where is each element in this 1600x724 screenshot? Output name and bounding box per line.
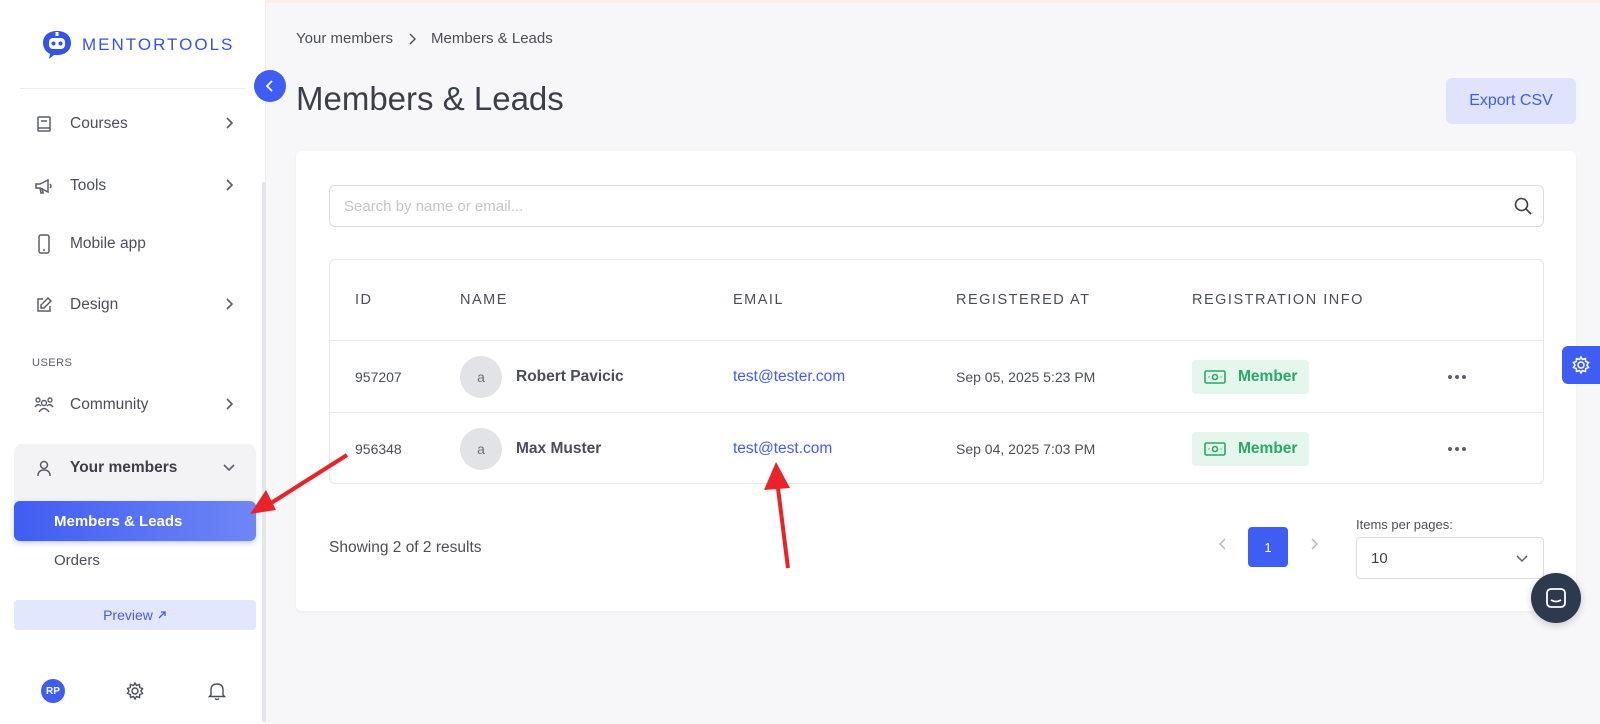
column-header-email[interactable]: EMAIL bbox=[733, 292, 784, 308]
sidebar-item-tools[interactable]: Tools bbox=[14, 162, 256, 210]
settings-tab-button[interactable] bbox=[1562, 346, 1600, 384]
avatar: a bbox=[460, 428, 502, 470]
section-label-users: USERS bbox=[32, 357, 73, 369]
member-email-cell: test@tester.com bbox=[733, 341, 845, 413]
registration-info-cell: Member bbox=[1192, 413, 1310, 483]
sidebar-item-label: Mobile app bbox=[70, 235, 146, 252]
member-name[interactable]: Robert Pavicic bbox=[516, 368, 624, 386]
preview-label: Preview bbox=[103, 607, 153, 623]
search-input[interactable] bbox=[330, 186, 1503, 226]
member-id: 957207 bbox=[355, 369, 402, 385]
sidebar-item-label: Tools bbox=[70, 177, 107, 194]
external-link-icon bbox=[158, 611, 166, 619]
chevron-down-icon bbox=[223, 464, 235, 472]
column-header-registration-info[interactable]: REGISTRATION INFO bbox=[1192, 292, 1364, 308]
robot-logo-icon bbox=[43, 31, 71, 59]
preview-button[interactable]: Preview bbox=[14, 600, 256, 630]
avatar: a bbox=[460, 356, 502, 398]
sidebar-item-label: Community bbox=[70, 396, 149, 413]
sidebar-scrollbar[interactable] bbox=[262, 182, 266, 722]
row-actions-cell bbox=[1445, 341, 1469, 413]
search-icon[interactable] bbox=[1503, 196, 1543, 216]
member-email-link[interactable]: test@tester.com bbox=[733, 368, 845, 386]
sidebar-item-mobile-app[interactable]: Mobile app bbox=[14, 220, 256, 268]
breadcrumb: Your members Members & Leads bbox=[296, 30, 553, 47]
sidebar-item-your-members[interactable]: Your members bbox=[14, 444, 256, 492]
member-name-cell: a Robert Pavicic bbox=[460, 341, 624, 413]
chevron-right-icon bbox=[226, 298, 234, 310]
items-per-page-select[interactable]: 10 bbox=[1356, 537, 1544, 579]
table-row[interactable]: 957207 a Robert Pavicic test@tester.com … bbox=[330, 340, 1543, 413]
page-title: Members & Leads bbox=[296, 80, 564, 117]
more-options-icon[interactable] bbox=[1445, 437, 1469, 461]
chevron-right-icon bbox=[1311, 538, 1319, 550]
badge-label: Member bbox=[1238, 440, 1298, 457]
registration-info-cell: Member bbox=[1192, 341, 1310, 413]
sidebar-item-courses[interactable]: Courses bbox=[14, 100, 256, 148]
gear-icon[interactable] bbox=[123, 679, 147, 703]
member-id: 956348 bbox=[355, 441, 402, 457]
megaphone-icon bbox=[34, 176, 54, 196]
table-row[interactable]: 956348 a Max Muster test@test.com Sep 04… bbox=[330, 412, 1543, 483]
chevron-right-icon bbox=[226, 117, 234, 129]
chat-launcher-button[interactable] bbox=[1531, 573, 1581, 623]
members-card: ID NAME EMAIL REGISTERED AT REGISTRATION… bbox=[296, 151, 1576, 611]
user-icon bbox=[34, 458, 54, 478]
edit-icon bbox=[34, 295, 54, 315]
column-header-id[interactable]: ID bbox=[355, 292, 373, 308]
chevron-down-icon bbox=[1516, 555, 1528, 563]
page-number-button[interactable]: 1 bbox=[1248, 527, 1288, 567]
status-badge: Member bbox=[1192, 432, 1310, 466]
member-email-cell: test@test.com bbox=[733, 413, 832, 483]
sidebar-item-label: Courses bbox=[70, 115, 128, 132]
badge-label: Member bbox=[1238, 368, 1298, 385]
results-count: Showing 2 of 2 results bbox=[329, 539, 482, 556]
items-per-page-value: 10 bbox=[1371, 549, 1388, 567]
breadcrumb-current: Members & Leads bbox=[431, 30, 553, 47]
chevron-left-icon bbox=[1218, 538, 1226, 550]
chevron-right-icon bbox=[226, 179, 234, 191]
chevron-right-icon bbox=[226, 398, 234, 410]
members-table: ID NAME EMAIL REGISTERED AT REGISTRATION… bbox=[329, 259, 1544, 484]
sidebar-item-label: Design bbox=[70, 296, 119, 313]
money-icon bbox=[1204, 442, 1226, 456]
sidebar-item-label: Your members bbox=[70, 459, 178, 476]
chevron-left-icon bbox=[265, 80, 273, 92]
registered-at: Sep 04, 2025 7:03 PM bbox=[956, 441, 1096, 457]
sidebar-subitem-members-leads[interactable]: Members & Leads bbox=[14, 501, 256, 541]
brand-name: MENTORTOOLS bbox=[82, 35, 235, 54]
phone-icon bbox=[34, 234, 54, 254]
next-page-button[interactable] bbox=[1302, 529, 1326, 559]
member-email-link[interactable]: test@test.com bbox=[733, 440, 832, 458]
avatar[interactable]: RP bbox=[41, 679, 65, 703]
divider bbox=[20, 88, 246, 89]
search-box bbox=[329, 185, 1544, 227]
gear-icon bbox=[1572, 355, 1590, 375]
chat-icon bbox=[1546, 588, 1566, 608]
prev-page-button[interactable] bbox=[1211, 529, 1235, 559]
brand-logo[interactable]: MENTORTOOLS bbox=[40, 28, 234, 62]
collapse-sidebar-button[interactable] bbox=[254, 70, 286, 102]
people-icon bbox=[34, 395, 54, 415]
money-icon bbox=[1204, 370, 1226, 384]
row-actions-cell bbox=[1445, 413, 1469, 483]
items-per-page-label: Items per pages: bbox=[1356, 517, 1453, 532]
sidebar: MENTORTOOLS Courses Tools Mobile app Des… bbox=[0, 0, 266, 724]
column-header-name[interactable]: NAME bbox=[460, 292, 508, 308]
book-icon bbox=[34, 114, 54, 134]
member-name[interactable]: Max Muster bbox=[516, 440, 601, 458]
status-badge: Member bbox=[1192, 360, 1310, 394]
breadcrumb-link-your-members[interactable]: Your members bbox=[296, 30, 393, 47]
bell-icon[interactable] bbox=[205, 679, 229, 703]
export-csv-button[interactable]: Export CSV bbox=[1446, 78, 1576, 124]
column-header-registered-at[interactable]: REGISTERED AT bbox=[956, 292, 1090, 308]
member-name-cell: a Max Muster bbox=[460, 413, 601, 483]
sidebar-item-design[interactable]: Design bbox=[14, 281, 256, 329]
sidebar-subitem-orders[interactable]: Orders bbox=[54, 552, 100, 569]
registered-at: Sep 05, 2025 5:23 PM bbox=[956, 369, 1096, 385]
sidebar-item-community[interactable]: Community bbox=[14, 381, 256, 429]
chevron-right-icon bbox=[409, 33, 416, 44]
more-options-icon[interactable] bbox=[1445, 365, 1469, 389]
